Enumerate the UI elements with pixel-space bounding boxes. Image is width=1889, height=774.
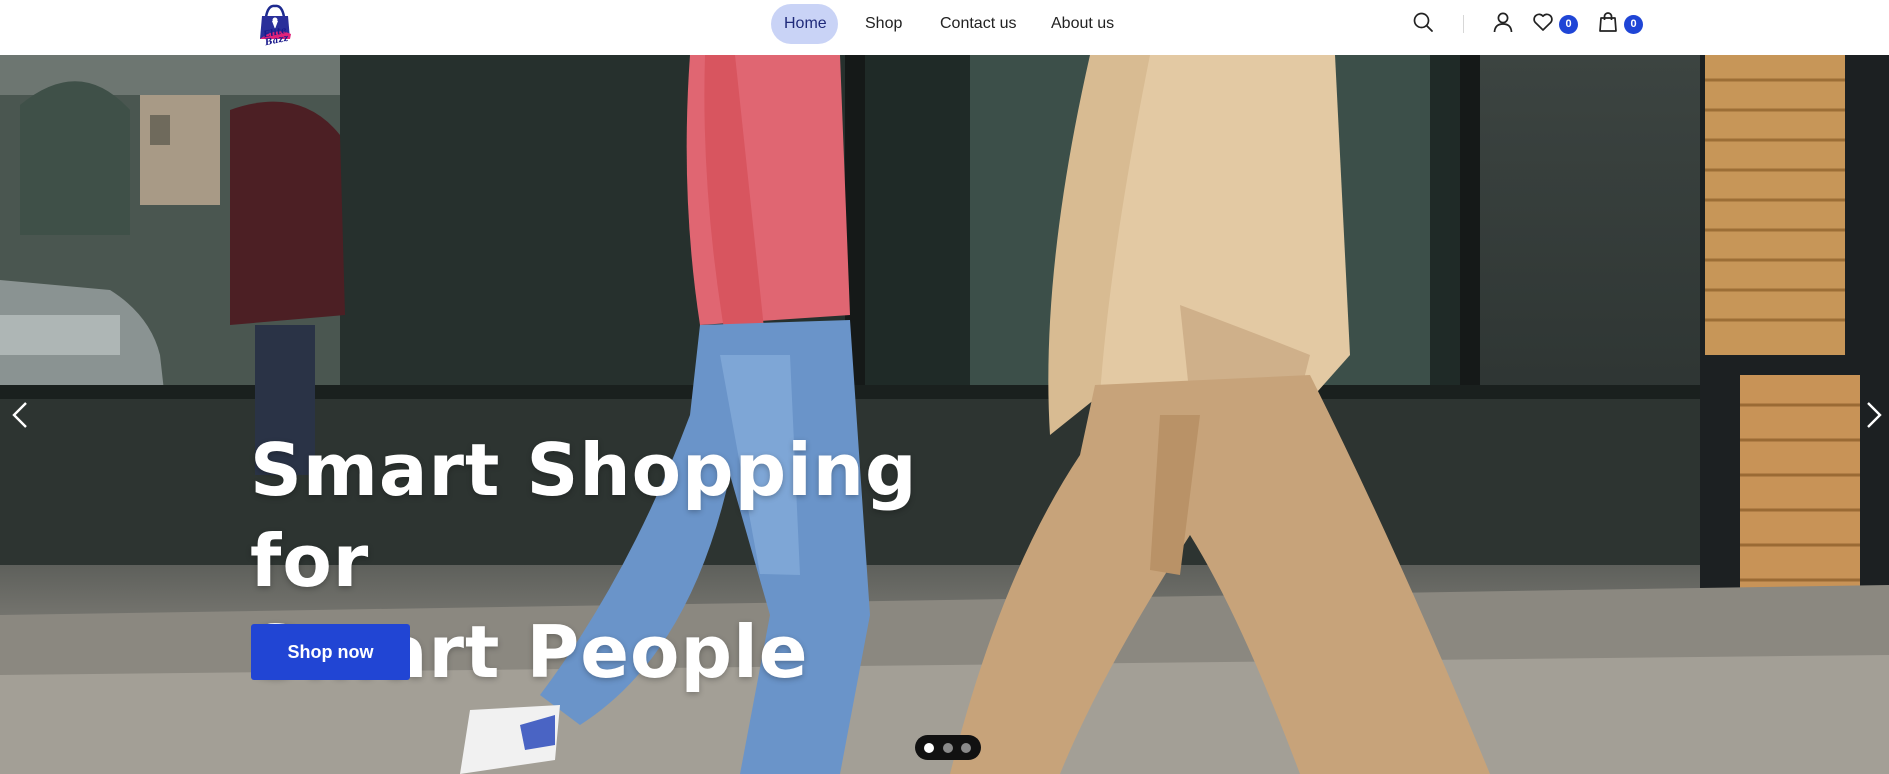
nav-item-home[interactable]: Home xyxy=(771,4,838,44)
search-icon xyxy=(1413,12,1433,32)
search-button[interactable] xyxy=(1411,10,1437,36)
slider-pagination xyxy=(915,735,981,760)
account-button[interactable] xyxy=(1491,10,1517,36)
slider-dot-2[interactable] xyxy=(943,743,953,753)
user-icon xyxy=(1493,12,1513,33)
hero-title-line-1: Smart Shopping for xyxy=(250,428,918,603)
cart-count-badge: 0 xyxy=(1624,15,1643,34)
nav-item-shop[interactable]: Shop xyxy=(865,4,902,44)
slider-dot-1[interactable] xyxy=(924,743,934,753)
slider-next-button[interactable] xyxy=(1858,395,1888,435)
heart-icon xyxy=(1533,13,1553,31)
slider-prev-button[interactable] xyxy=(6,395,36,435)
shop-now-button[interactable]: Shop now xyxy=(251,624,410,680)
nav-item-about-us[interactable]: About us xyxy=(1051,4,1114,44)
site-header: Elite Bazz Home Shop Contact us About us… xyxy=(0,0,1889,55)
shopping-bag-icon xyxy=(1599,12,1617,32)
hero-slider: Smart Shopping for Smart People Shop now xyxy=(0,55,1889,774)
nav-item-contact-us[interactable]: Contact us xyxy=(940,4,1016,44)
wishlist-button[interactable] xyxy=(1531,10,1557,36)
wishlist-count-badge: 0 xyxy=(1559,15,1578,34)
logo[interactable]: Elite Bazz xyxy=(251,1,299,49)
header-divider xyxy=(1463,15,1464,33)
slider-dot-3[interactable] xyxy=(961,743,971,753)
cart-button[interactable] xyxy=(1596,10,1622,36)
chevron-right-icon xyxy=(1867,402,1882,428)
chevron-left-icon xyxy=(12,402,27,428)
